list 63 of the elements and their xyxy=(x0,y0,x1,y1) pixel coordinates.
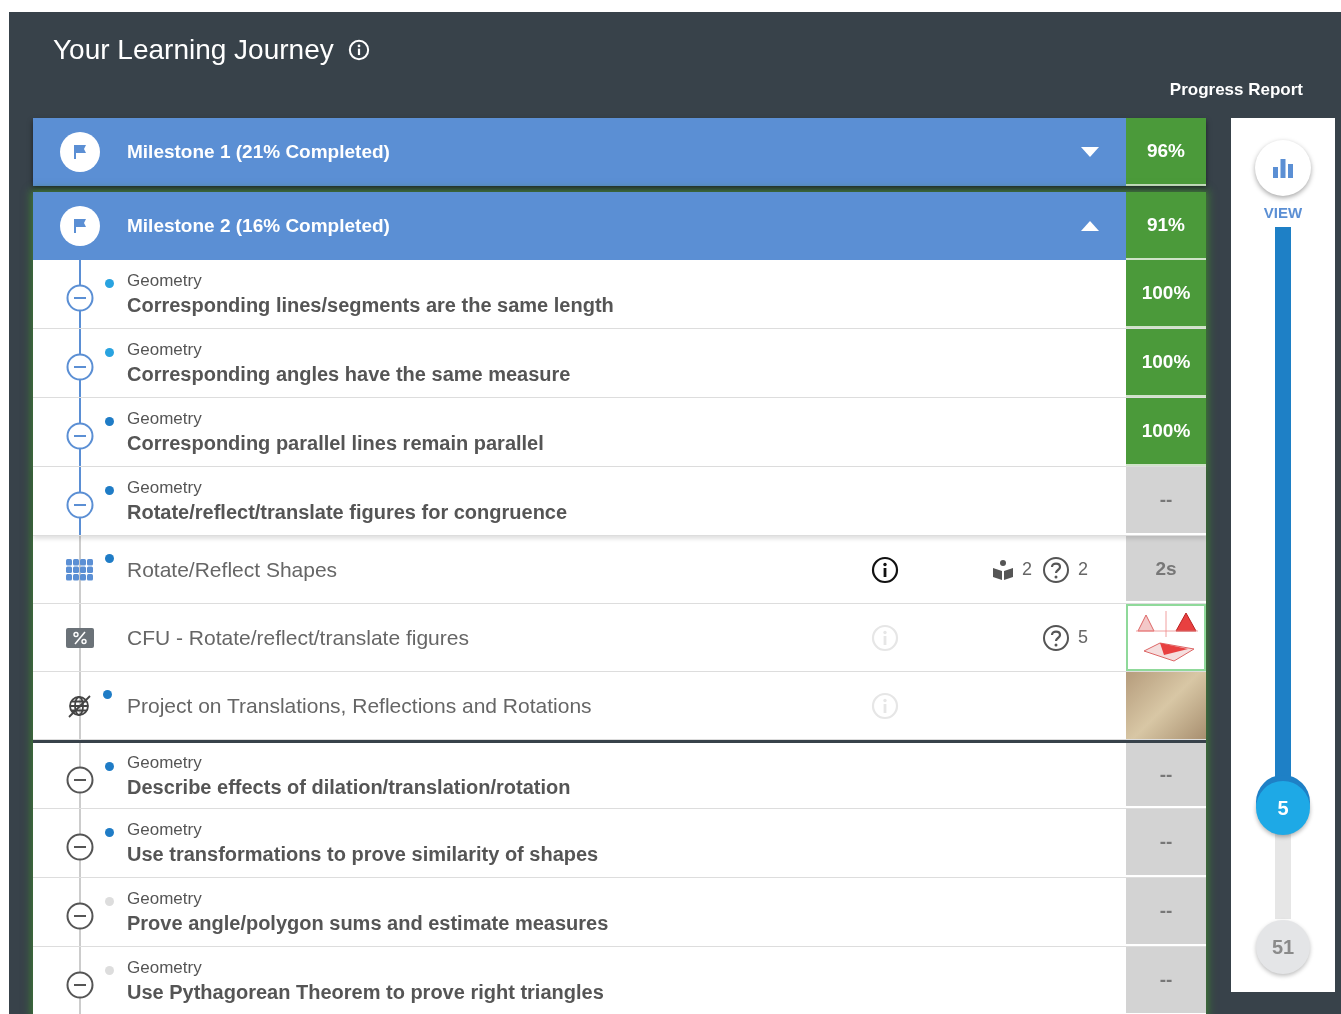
category-label: Geometry xyxy=(127,889,203,909)
milestone-title: Milestone 1 (21% Completed) xyxy=(127,141,391,163)
caret-icon[interactable] xyxy=(1081,221,1099,231)
minus-circle-icon[interactable] xyxy=(66,284,94,312)
flag-icon xyxy=(60,132,100,172)
slider-track[interactable] xyxy=(1275,227,1291,919)
percent-icon xyxy=(66,627,94,648)
score-cell: 96% xyxy=(1126,118,1206,186)
caret-icon[interactable] xyxy=(1081,147,1099,157)
score-cell: 100% xyxy=(1126,398,1206,466)
standard-title[interactable]: Prove angle/polygon sums and estimate measures xyxy=(127,912,1126,935)
minus-circle-icon[interactable] xyxy=(66,971,94,999)
crossed-globe-icon xyxy=(66,692,92,719)
score-cell: 91% xyxy=(1126,192,1206,260)
question-count: 2 xyxy=(1078,559,1088,580)
flag-icon xyxy=(60,206,100,246)
minus-circle-icon[interactable] xyxy=(66,833,94,861)
activity-title[interactable]: CFU - Rotate/reflect/translate figures xyxy=(127,625,860,650)
bar-chart-icon xyxy=(1272,158,1294,178)
score-cell: -- xyxy=(1126,878,1206,946)
activity-title[interactable]: Project on Translations, Reflections and Rotations xyxy=(127,693,860,718)
standard-title[interactable]: Use Pythagorean Theorem to prove right triangles xyxy=(127,981,1126,1004)
category-label: Geometry xyxy=(127,958,203,978)
category-label: Geometry xyxy=(127,340,203,360)
diagram-thumbnail[interactable] xyxy=(1126,604,1206,671)
milestone-header[interactable]: Milestone 2 (16% Completed) 91% xyxy=(33,192,1206,260)
question-icon xyxy=(1042,623,1070,652)
standard-title[interactable]: Rotate/reflect/translate figures for congruence xyxy=(127,501,1126,524)
standard-title[interactable]: Corresponding parallel lines remain parallel xyxy=(127,432,1126,455)
time-cell: 2s xyxy=(1126,536,1206,603)
category-label: Geometry xyxy=(127,820,203,840)
score-cell: -- xyxy=(1126,947,1206,1014)
reading-icon xyxy=(992,558,1014,581)
info-icon[interactable] xyxy=(871,555,899,584)
minus-circle-icon[interactable] xyxy=(66,902,94,930)
category-label: Geometry xyxy=(127,478,203,498)
standard-title[interactable]: Use transformations to prove similarity of shapes xyxy=(127,843,1126,866)
score-cell: -- xyxy=(1126,467,1206,535)
category-label: Geometry xyxy=(127,271,203,291)
score-cell: -- xyxy=(1126,809,1206,877)
category-label: Geometry xyxy=(127,409,203,429)
milestone-title: Milestone 2 (16% Completed) xyxy=(127,215,391,237)
standard-title[interactable]: Corresponding lines/segments are the same length xyxy=(127,294,1126,317)
score-cell: 100% xyxy=(1126,329,1206,397)
grid-icon xyxy=(66,558,94,581)
standard-title[interactable]: Corresponding angles have the same measure xyxy=(127,363,1126,386)
category-label: Geometry xyxy=(127,752,203,773)
minus-circle-icon[interactable] xyxy=(66,353,94,381)
score-cell: 100% xyxy=(1126,260,1206,328)
question-count: 5 xyxy=(1078,627,1088,648)
question-icon xyxy=(1042,555,1070,584)
chart-view-button[interactable] xyxy=(1255,140,1311,196)
milestone-header[interactable]: Milestone 1 (21% Completed) 96% xyxy=(33,118,1206,186)
slider-max: 51 xyxy=(1256,920,1310,974)
minus-circle-icon[interactable] xyxy=(66,491,94,519)
minus-circle-icon[interactable] xyxy=(66,765,94,794)
resource-count: 2 xyxy=(1022,559,1032,580)
page-title: Your Learning Journey xyxy=(53,34,334,66)
standard-title[interactable]: Describe effects of dilation/translation/rotation xyxy=(127,775,1126,799)
activity-title[interactable]: Rotate/Reflect Shapes xyxy=(127,557,860,582)
progress-report-label: Progress Report xyxy=(1169,80,1303,100)
minus-circle-icon[interactable] xyxy=(66,422,94,450)
score-cell: -- xyxy=(1126,743,1206,808)
